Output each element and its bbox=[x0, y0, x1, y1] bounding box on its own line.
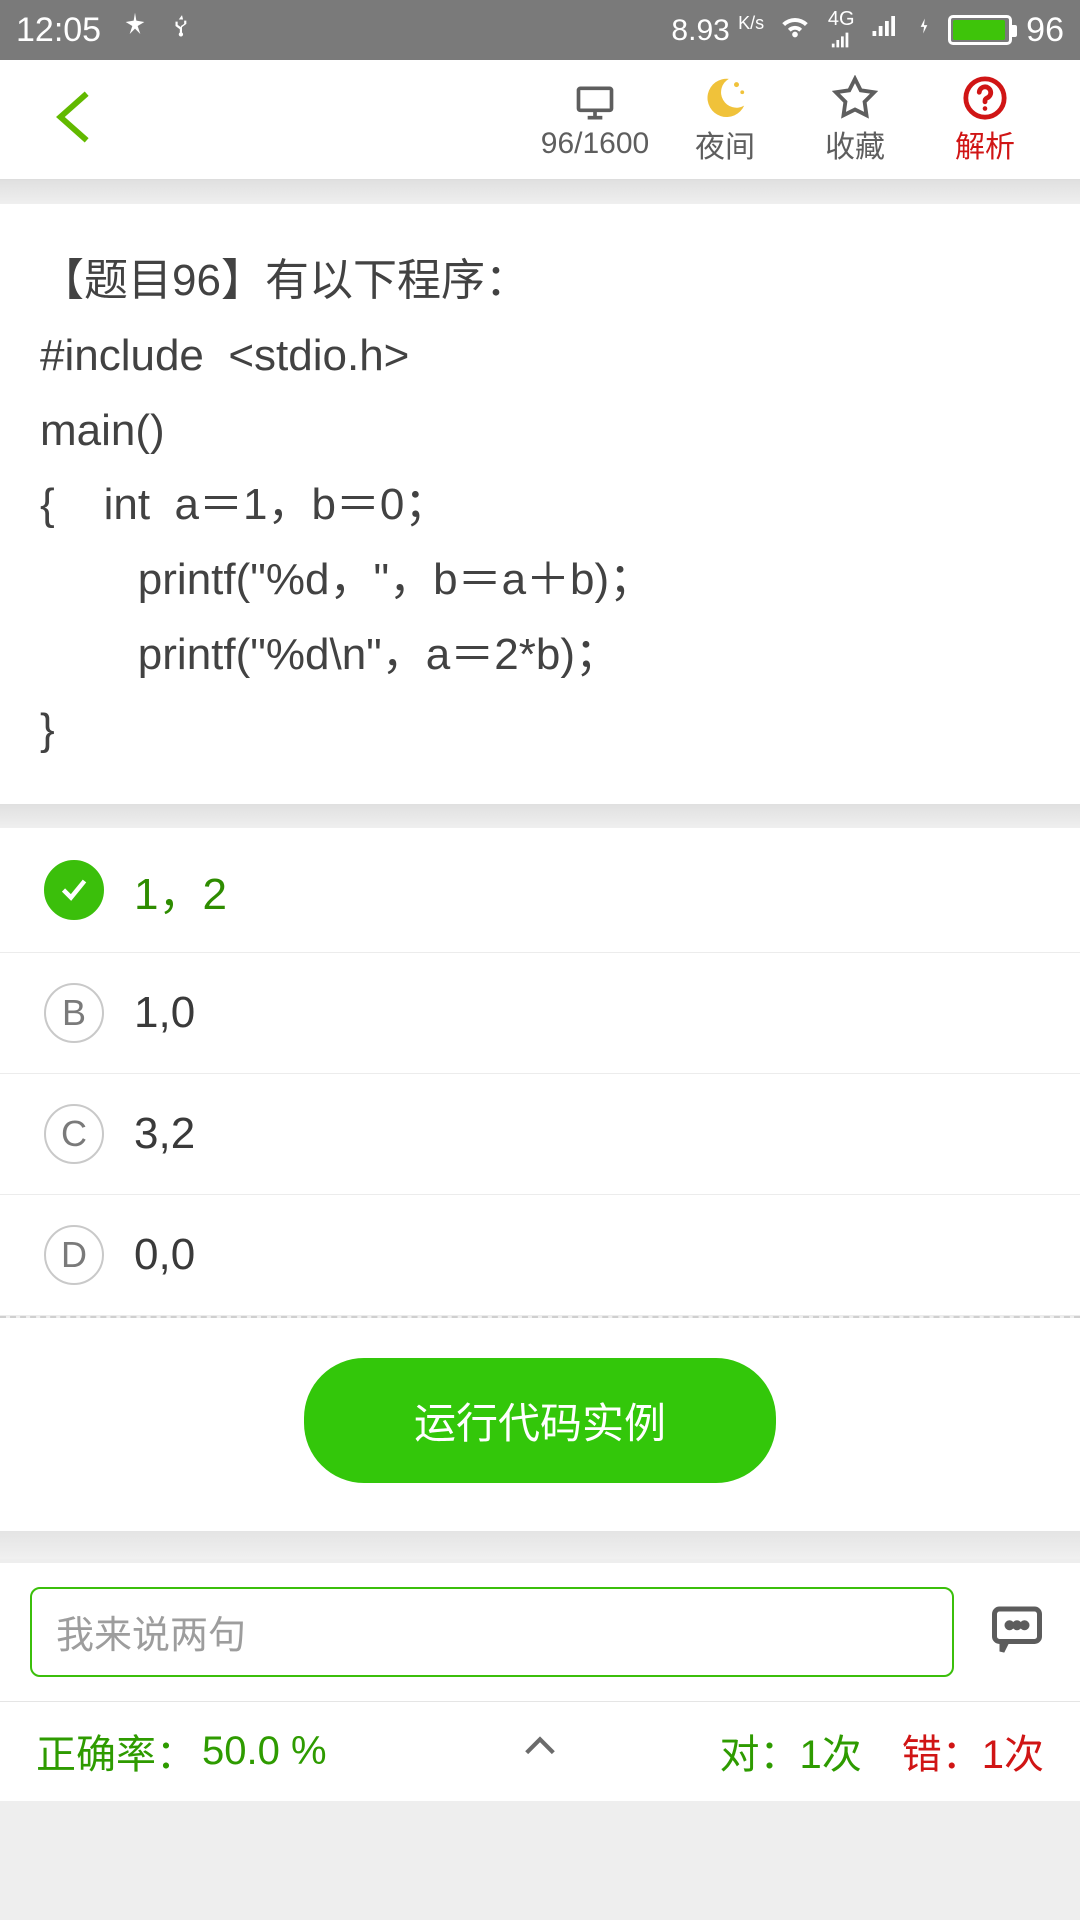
android-status-bar: 12:05 8.93 K/s 4G 96 bbox=[0, 0, 1080, 60]
wrong-count: 错：1次 bbox=[902, 1722, 1044, 1780]
option-letter: C bbox=[44, 1104, 104, 1164]
app-toolbar: 96/1600 夜间 收藏 解析 bbox=[0, 60, 1080, 180]
analysis-label: 解析 bbox=[955, 122, 1015, 166]
chevron-up-icon[interactable] bbox=[510, 1726, 570, 1776]
option-text: 1,0 bbox=[134, 988, 195, 1038]
accuracy-value: 50.0 % bbox=[202, 1729, 327, 1774]
question-text: 【题目96】有以下程序： #include <stdio.h> main() {… bbox=[0, 204, 1080, 804]
night-mode-button[interactable]: 夜间 bbox=[660, 74, 790, 166]
back-button[interactable] bbox=[40, 82, 110, 157]
run-code-button[interactable]: 运行代码实例 bbox=[304, 1358, 776, 1483]
favorite-button[interactable]: 收藏 bbox=[790, 74, 920, 166]
accuracy-label: 正确率： bbox=[36, 1722, 196, 1780]
comment-input[interactable]: 我来说两句 bbox=[30, 1587, 954, 1677]
comment-placeholder: 我来说两句 bbox=[56, 1604, 246, 1659]
divider bbox=[0, 804, 1080, 828]
progress-text: 96/1600 bbox=[541, 127, 649, 161]
run-section: 运行代码实例 bbox=[0, 1318, 1080, 1531]
monitor-icon bbox=[570, 79, 620, 127]
option-letter bbox=[44, 860, 104, 920]
option-c[interactable]: C 3,2 bbox=[0, 1074, 1080, 1195]
comment-bar: 我来说两句 bbox=[0, 1563, 1080, 1701]
share-icon bbox=[119, 10, 151, 51]
option-b[interactable]: B 1,0 bbox=[0, 953, 1080, 1074]
options-list: 1，2 B 1,0 C 3,2 D 0,0 bbox=[0, 828, 1080, 1316]
favorite-label: 收藏 bbox=[825, 122, 885, 166]
battery-icon bbox=[948, 15, 1012, 45]
status-time: 12:05 bbox=[16, 11, 101, 50]
usb-icon bbox=[169, 9, 195, 52]
option-text: 1，2 bbox=[134, 858, 227, 922]
night-label: 夜间 bbox=[695, 122, 755, 166]
option-text: 3,2 bbox=[134, 1109, 195, 1159]
star-icon bbox=[832, 74, 878, 122]
help-icon bbox=[962, 74, 1008, 122]
divider bbox=[0, 180, 1080, 204]
charging-icon bbox=[914, 9, 934, 52]
option-letter: D bbox=[44, 1225, 104, 1285]
correct-count: 对：1次 bbox=[720, 1722, 862, 1780]
option-a[interactable]: 1，2 bbox=[0, 828, 1080, 953]
wifi-icon bbox=[778, 9, 812, 52]
battery-percent: 96 bbox=[1026, 11, 1064, 50]
option-d[interactable]: D 0,0 bbox=[0, 1195, 1080, 1316]
analysis-button[interactable]: 解析 bbox=[920, 74, 1050, 166]
signal-4g-icon: 4G bbox=[826, 9, 856, 51]
progress-indicator[interactable]: 96/1600 bbox=[530, 79, 660, 161]
option-text: 0,0 bbox=[134, 1230, 195, 1280]
stats-bar[interactable]: 正确率： 50.0 % 对：1次 错：1次 bbox=[0, 1701, 1080, 1801]
network-speed: 8.93 K/s bbox=[671, 13, 764, 48]
signal-icon bbox=[870, 11, 900, 50]
divider bbox=[0, 1531, 1080, 1559]
option-letter: B bbox=[44, 983, 104, 1043]
comments-icon[interactable] bbox=[984, 1599, 1050, 1664]
moon-icon bbox=[702, 74, 748, 122]
